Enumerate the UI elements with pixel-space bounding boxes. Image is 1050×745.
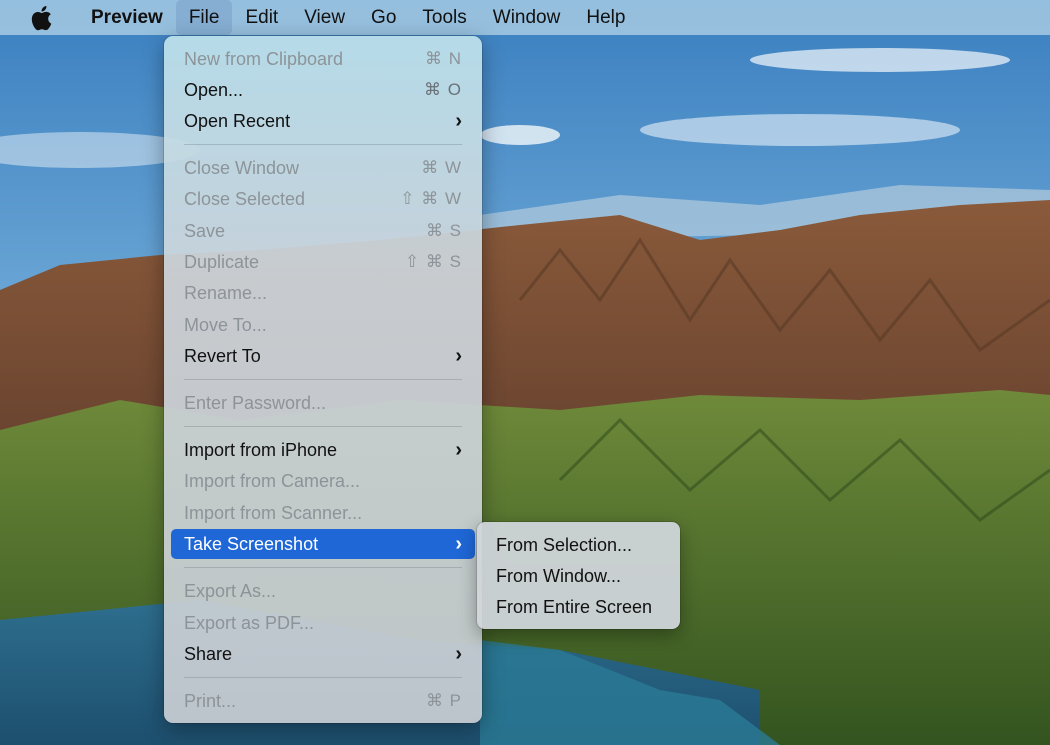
menu-file[interactable]: File: [175, 0, 233, 35]
menu-item-label: Import from iPhone: [184, 439, 338, 460]
menu-separator: [184, 567, 462, 568]
menu-item-label: Open Recent: [184, 110, 291, 131]
menu-view[interactable]: View: [291, 0, 358, 35]
menu-item-new-from-clipboard[interactable]: New from Clipboard ⌘ N: [171, 44, 475, 74]
menu-item-label: Print...: [184, 690, 237, 711]
submenu-item-from-entire-screen[interactable]: From Entire Screen: [483, 592, 674, 622]
menu-item-import-from-iphone[interactable]: Import from iPhone ›: [171, 435, 475, 465]
menu-item-print[interactable]: Print... ⌘ P: [171, 686, 475, 716]
menu-edit[interactable]: Edit: [232, 0, 291, 35]
menu-item-shortcut: ⌘ P: [425, 691, 462, 710]
menu-item-shortcut: ⇧ ⌘ W: [400, 189, 462, 208]
menu-item-label: Enter Password...: [184, 392, 327, 413]
menu-item-label: Duplicate: [184, 251, 260, 272]
menu-item-label: Share: [184, 643, 233, 664]
menu-item-shortcut: ⌘ O: [424, 80, 462, 99]
menu-item-label: Import from Camera...: [184, 470, 361, 491]
menu-item-label: Revert To: [184, 345, 261, 366]
menu-item-label: Export as PDF...: [184, 612, 315, 633]
menu-item-import-from-scanner[interactable]: Import from Scanner...: [171, 498, 475, 528]
menu-item-label: Rename...: [184, 282, 268, 303]
menu-item-revert-to[interactable]: Revert To ›: [171, 341, 475, 371]
menu-item-save[interactable]: Save ⌘ S: [171, 216, 475, 246]
menu-help[interactable]: Help: [573, 0, 638, 35]
menu-item-export-as-pdf[interactable]: Export as PDF...: [171, 608, 475, 638]
file-menu-dropdown: New from Clipboard ⌘ N Open... ⌘ O Open …: [164, 36, 482, 723]
menu-item-export-as[interactable]: Export As...: [171, 576, 475, 606]
menu-separator: [184, 677, 462, 678]
menu-item-close-window[interactable]: Close Window ⌘ W: [171, 153, 475, 183]
menu-item-open[interactable]: Open... ⌘ O: [171, 75, 475, 105]
menu-item-share[interactable]: Share ›: [171, 639, 475, 669]
menu-window[interactable]: Window: [480, 0, 574, 35]
chevron-right-icon: ›: [455, 532, 462, 555]
chevron-right-icon: ›: [455, 642, 462, 665]
menu-bar: Preview File Edit View Go Tools Window H…: [0, 0, 1050, 35]
chevron-right-icon: ›: [455, 109, 462, 132]
menu-item-label: Export As...: [184, 580, 277, 601]
menu-separator: [184, 426, 462, 427]
menu-separator: [184, 379, 462, 380]
menu-item-take-screenshot[interactable]: Take Screenshot ›: [171, 529, 475, 559]
menu-item-label: Close Selected: [184, 188, 306, 209]
menu-item-open-recent[interactable]: Open Recent ›: [171, 106, 475, 136]
menu-item-rename[interactable]: Rename...: [171, 278, 475, 308]
desktop-wallpaper: [0, 0, 1050, 745]
menu-item-label: Save: [184, 220, 226, 241]
menu-item-close-selected[interactable]: Close Selected ⇧ ⌘ W: [171, 184, 475, 214]
menu-item-shortcut: ⌘ S: [425, 221, 462, 240]
menu-item-label: Take Screenshot: [184, 533, 319, 554]
menu-item-duplicate[interactable]: Duplicate ⇧ ⌘ S: [171, 247, 475, 277]
menu-item-label: Close Window: [184, 157, 300, 178]
menu-item-label: Move To...: [184, 314, 267, 335]
menu-item-shortcut: ⌘ W: [421, 158, 462, 177]
menu-go[interactable]: Go: [358, 0, 409, 35]
menu-item-import-from-camera[interactable]: Import from Camera...: [171, 466, 475, 496]
menu-item-label: Open...: [184, 79, 244, 100]
chevron-right-icon: ›: [455, 438, 462, 461]
take-screenshot-submenu: From Selection... From Window... From En…: [477, 522, 680, 629]
menu-item-move-to[interactable]: Move To...: [171, 310, 475, 340]
menu-item-label: New from Clipboard: [184, 48, 344, 69]
submenu-item-from-selection[interactable]: From Selection...: [483, 530, 674, 560]
menu-separator: [184, 144, 462, 145]
menu-app-name[interactable]: Preview: [78, 0, 176, 35]
chevron-right-icon: ›: [455, 344, 462, 367]
menu-tools[interactable]: Tools: [409, 0, 479, 35]
apple-logo-icon[interactable]: [30, 5, 54, 31]
menu-item-shortcut: ⇧ ⌘ S: [404, 252, 462, 271]
menu-item-shortcut: ⌘ N: [425, 49, 462, 68]
menu-item-label: Import from Scanner...: [184, 502, 363, 523]
menu-item-enter-password[interactable]: Enter Password...: [171, 388, 475, 418]
submenu-item-from-window[interactable]: From Window...: [483, 561, 674, 591]
